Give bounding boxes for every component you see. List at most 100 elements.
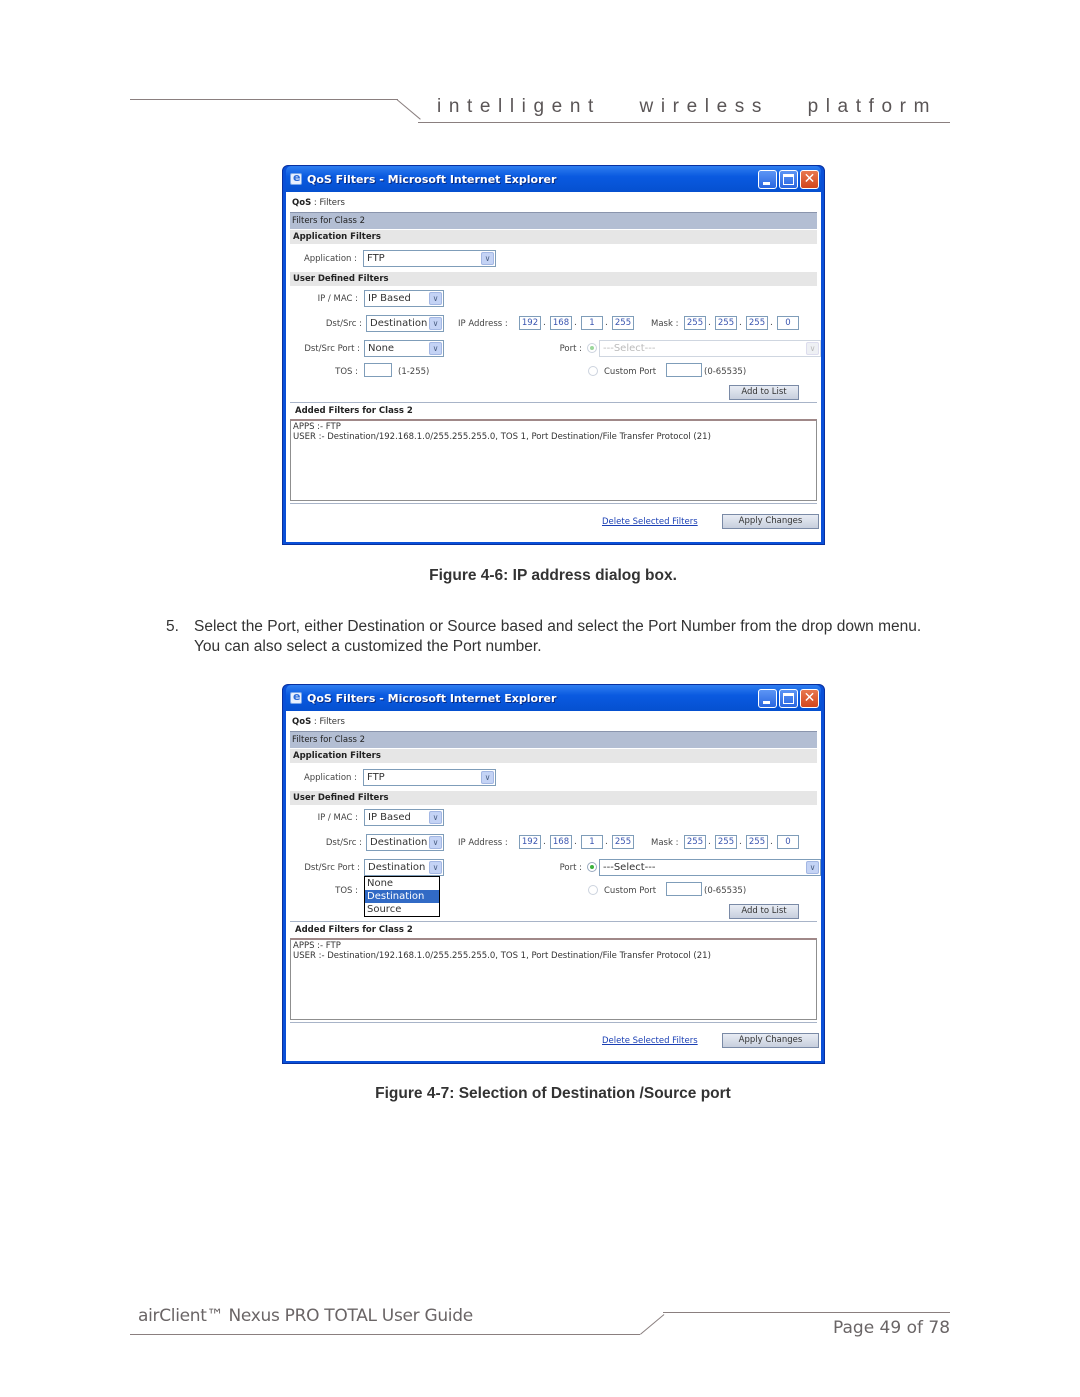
divider <box>290 1022 817 1023</box>
custom-port-input[interactable] <box>666 882 702 896</box>
custom-port-radio[interactable] <box>588 366 598 376</box>
close-button[interactable]: ✕ <box>800 169 819 189</box>
dst-src-port-select[interactable]: Destination ∨ <box>364 859 444 876</box>
chevron-down-icon: ∨ <box>429 342 442 355</box>
breadcrumb: QoS : Filters <box>290 196 817 210</box>
breadcrumb-page: Filters <box>319 717 345 727</box>
tos-range-hint: (1-255) <box>398 367 430 377</box>
title-bar[interactable]: QoS Filters - Microsoft Internet Explore… <box>286 685 821 711</box>
chevron-down-icon: ∨ <box>481 771 494 784</box>
ip-octet-3[interactable]: 1 <box>581 835 603 849</box>
divider <box>290 921 817 922</box>
ip-octet-4[interactable]: 255 <box>612 316 634 330</box>
dst-src-port-label: Dst/Src Port : <box>304 344 360 354</box>
mask-octet-3[interactable]: 255 <box>746 316 768 330</box>
octet-separator: . <box>574 837 577 847</box>
port-label: Port : <box>559 863 582 873</box>
added-filters-list[interactable]: APPS :- FTP USER :- Destination/192.168.… <box>290 419 817 501</box>
step-number: 5. <box>166 618 179 635</box>
delete-selected-filters-link[interactable]: Delete Selected Filters <box>602 1036 698 1046</box>
ip-octet-3[interactable]: 1 <box>581 316 603 330</box>
custom-port-range-hint: (0-65535) <box>704 886 747 896</box>
mask-octet-3[interactable]: 255 <box>746 835 768 849</box>
footer-rule-slant <box>640 1314 665 1335</box>
dst-src-select[interactable]: Destination ∨ <box>366 834 444 851</box>
mask-octet-4[interactable]: 0 <box>777 835 799 849</box>
custom-port-radio[interactable] <box>588 885 598 895</box>
port-radio[interactable] <box>587 343 597 353</box>
dst-src-label: Dst/Src : <box>325 319 362 329</box>
chevron-down-icon: ∨ <box>429 317 442 330</box>
step-5: 5. Select the Port, either Destination o… <box>166 617 946 657</box>
added-filter-user[interactable]: USER :- Destination/192.168.1.0/255.255.… <box>293 432 814 442</box>
mask-octet-1[interactable]: 255 <box>684 835 706 849</box>
added-filter-user[interactable]: USER :- Destination/192.168.1.0/255.255.… <box>293 951 814 961</box>
dst-src-select[interactable]: Destination ∨ <box>366 315 444 332</box>
tos-input[interactable] <box>364 363 392 377</box>
application-label: Application : <box>303 773 357 783</box>
dropdown-option-none[interactable]: None <box>365 877 439 890</box>
application-value: FTP <box>367 253 385 264</box>
dst-src-port-value: None <box>368 343 395 354</box>
apply-changes-button[interactable]: Apply Changes <box>722 1033 819 1048</box>
dropdown-option-source[interactable]: Source <box>365 903 439 916</box>
delete-selected-filters-link[interactable]: Delete Selected Filters <box>602 517 698 527</box>
chevron-down-icon: ∨ <box>429 292 442 305</box>
application-filters-title: Application Filters <box>290 230 817 244</box>
apply-changes-button[interactable]: Apply Changes <box>722 514 819 529</box>
custom-port-input[interactable] <box>666 363 702 377</box>
dst-src-port-select[interactable]: None ∨ <box>364 340 444 357</box>
added-filter-apps[interactable]: APPS :- FTP <box>293 941 814 951</box>
tos-label: TOS : <box>335 886 358 896</box>
minimize-button[interactable] <box>758 169 777 189</box>
octet-separator: . <box>574 318 577 328</box>
dst-src-value: Destination <box>370 837 428 848</box>
breadcrumb-root: QoS <box>292 198 312 208</box>
ip-octet-1[interactable]: 192 <box>519 835 541 849</box>
port-select[interactable]: ---Select--- ∨ <box>599 859 821 876</box>
maximize-button[interactable] <box>779 688 798 708</box>
ip-mac-select[interactable]: IP Based ∨ <box>364 290 444 307</box>
ip-address-label: IP Address : <box>458 838 508 848</box>
added-filters-list[interactable]: APPS :- FTP USER :- Destination/192.168.… <box>290 938 817 1020</box>
port-select[interactable]: ---Select--- ∨ <box>599 340 821 357</box>
maximize-button[interactable] <box>779 169 798 189</box>
dropdown-option-destination[interactable]: Destination <box>365 890 439 903</box>
ip-octet-4[interactable]: 255 <box>612 835 634 849</box>
add-to-list-button[interactable]: Add to List <box>729 904 799 919</box>
chevron-down-icon: ∨ <box>429 811 442 824</box>
minimize-button[interactable] <box>758 688 777 708</box>
port-radio[interactable] <box>587 862 597 872</box>
title-bar[interactable]: QoS Filters - Microsoft Internet Explore… <box>286 166 821 192</box>
added-filter-apps[interactable]: APPS :- FTP <box>293 422 814 432</box>
mask-octet-2[interactable]: 255 <box>715 835 737 849</box>
divider <box>290 503 817 504</box>
maximize-icon <box>783 173 794 185</box>
footer-rule-right <box>663 1312 950 1313</box>
mask-octet-2[interactable]: 255 <box>715 316 737 330</box>
chevron-down-icon: ∨ <box>481 252 494 265</box>
octet-separator: . <box>708 318 711 328</box>
user-defined-filters-title: User Defined Filters <box>290 272 817 286</box>
close-button[interactable]: ✕ <box>800 688 819 708</box>
class-header: Filters for Class 2 <box>290 731 817 748</box>
ip-mac-select[interactable]: IP Based ∨ <box>364 809 444 826</box>
internet-explorer-icon <box>290 690 302 704</box>
mask-label: Mask : <box>651 838 679 848</box>
mask-octet-4[interactable]: 0 <box>777 316 799 330</box>
add-to-list-button[interactable]: Add to List <box>729 385 799 400</box>
ip-octet-2[interactable]: 168 <box>550 316 572 330</box>
port-label: Port : <box>559 344 582 354</box>
footer-rule-left <box>130 1334 640 1335</box>
custom-port-label: Custom Port <box>604 367 657 377</box>
ip-octet-1[interactable]: 192 <box>519 316 541 330</box>
ip-octet-2[interactable]: 168 <box>550 835 572 849</box>
application-select[interactable]: FTP ∨ <box>363 769 496 786</box>
ip-mac-label: IP / MAC : <box>317 813 358 823</box>
divider <box>290 402 817 403</box>
mask-octet-1[interactable]: 255 <box>684 316 706 330</box>
chevron-down-icon: ∨ <box>429 861 442 874</box>
chevron-down-icon: ∨ <box>806 342 819 355</box>
dst-src-port-label: Dst/Src Port : <box>304 863 360 873</box>
application-select[interactable]: FTP ∨ <box>363 250 496 267</box>
